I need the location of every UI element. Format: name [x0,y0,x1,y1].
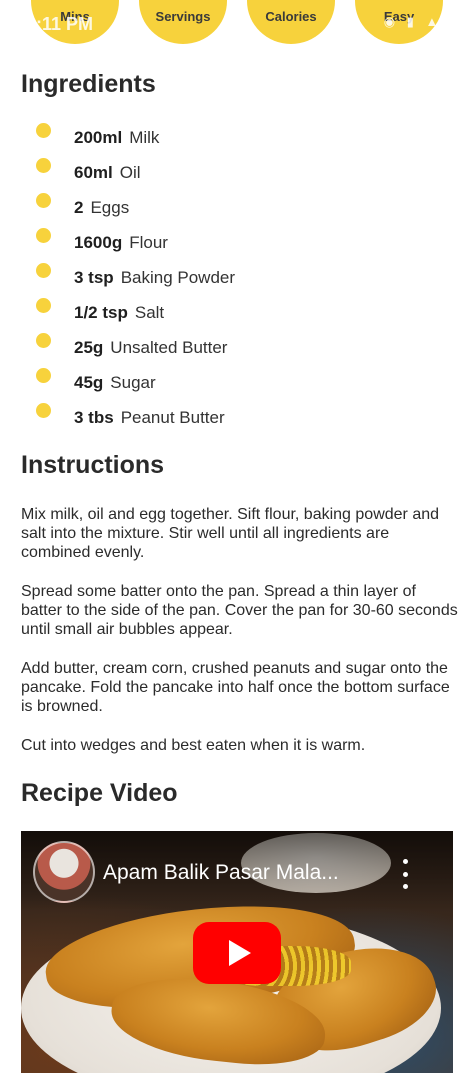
ingredient-name: Flour [129,232,168,252]
bullet-icon [36,123,51,138]
instructions-heading: Instructions [21,451,165,479]
ingredients-heading: Ingredients [21,70,156,98]
stat-mins: Mins [31,0,119,44]
ingredient-item: 45g Sugar [36,365,456,400]
recipe-stats: Mins Servings Calories Easy [0,0,474,48]
ingredient-name: Milk [129,127,160,147]
ingredient-name: Eggs [90,197,130,217]
ingredient-name: Salt [134,302,165,322]
ingredient-name: Peanut Butter [120,407,225,427]
ingredient-item: 60ml Oil [36,155,456,190]
ingredient-name: Oil [119,162,141,182]
bullet-icon [36,263,51,278]
ingredient-qty: 200ml [74,127,123,147]
ingredient-item: 25g Unsalted Butter [36,330,456,365]
ingredient-item: 2 Eggs [36,190,456,225]
instruction-steps: Mix milk, oil and egg together. Sift flo… [21,505,461,775]
video-player[interactable]: Apam Balik Pasar Mala... [21,831,453,1073]
ingredient-name: Sugar [110,372,156,392]
ingredient-item: 3 tbs Peanut Butter [36,400,456,435]
stat-calories-label: Calories [265,9,317,24]
ingredient-item: 3 tsp Baking Powder [36,260,456,295]
ingredient-qty: 1600g [74,232,123,252]
ingredient-name: Unsalted Butter [110,337,228,357]
ingredient-qty: 25g [74,337,104,357]
play-icon [229,940,251,966]
ingredient-item: 1600g Flour [36,225,456,260]
stat-difficulty-label: Easy [383,9,415,24]
bullet-icon [36,228,51,243]
ingredient-list: 200ml Milk 60ml Oil 2 Eggs 1600g Flour 3 tsp… [36,120,456,435]
stat-difficulty: Easy [355,0,443,44]
bullet-icon [36,193,51,208]
ingredient-qty: 1/2 tsp [74,302,128,322]
bullet-icon [36,298,51,313]
ingredient-qty: 3 tsp [74,267,114,287]
bullet-icon [36,333,51,348]
stat-calories: Calories [247,0,335,44]
stat-servings-label: Servings [155,9,211,24]
ingredient-item: 1/2 tsp Salt [36,295,456,330]
ingredient-item: 200ml Milk [36,120,456,155]
stat-mins-label: Mins [60,9,90,24]
instruction-step: Add butter, cream corn, crushed peanuts … [21,660,450,715]
more-vert-icon[interactable] [395,859,415,889]
bullet-icon [36,403,51,418]
instruction-step: Spread some batter onto the pan. Spread … [21,583,458,638]
play-button[interactable] [193,922,281,984]
bullet-icon [36,368,51,383]
ingredient-name: Baking Powder [120,267,236,287]
ingredient-qty: 3 tbs [74,407,114,427]
instruction-step: Cut into wedges and best eaten when it i… [21,737,366,754]
ingredient-qty: 2 [74,197,84,217]
bullet-icon [36,158,51,173]
recipe-video-heading: Recipe Video [21,779,178,807]
video-title[interactable]: Apam Balik Pasar Mala... [103,861,339,885]
channel-avatar[interactable] [33,841,95,903]
stat-servings: Servings [139,0,227,44]
ingredient-qty: 45g [74,372,104,392]
instruction-step: Mix milk, oil and egg together. Sift flo… [21,506,440,561]
ingredient-qty: 60ml [74,162,113,182]
